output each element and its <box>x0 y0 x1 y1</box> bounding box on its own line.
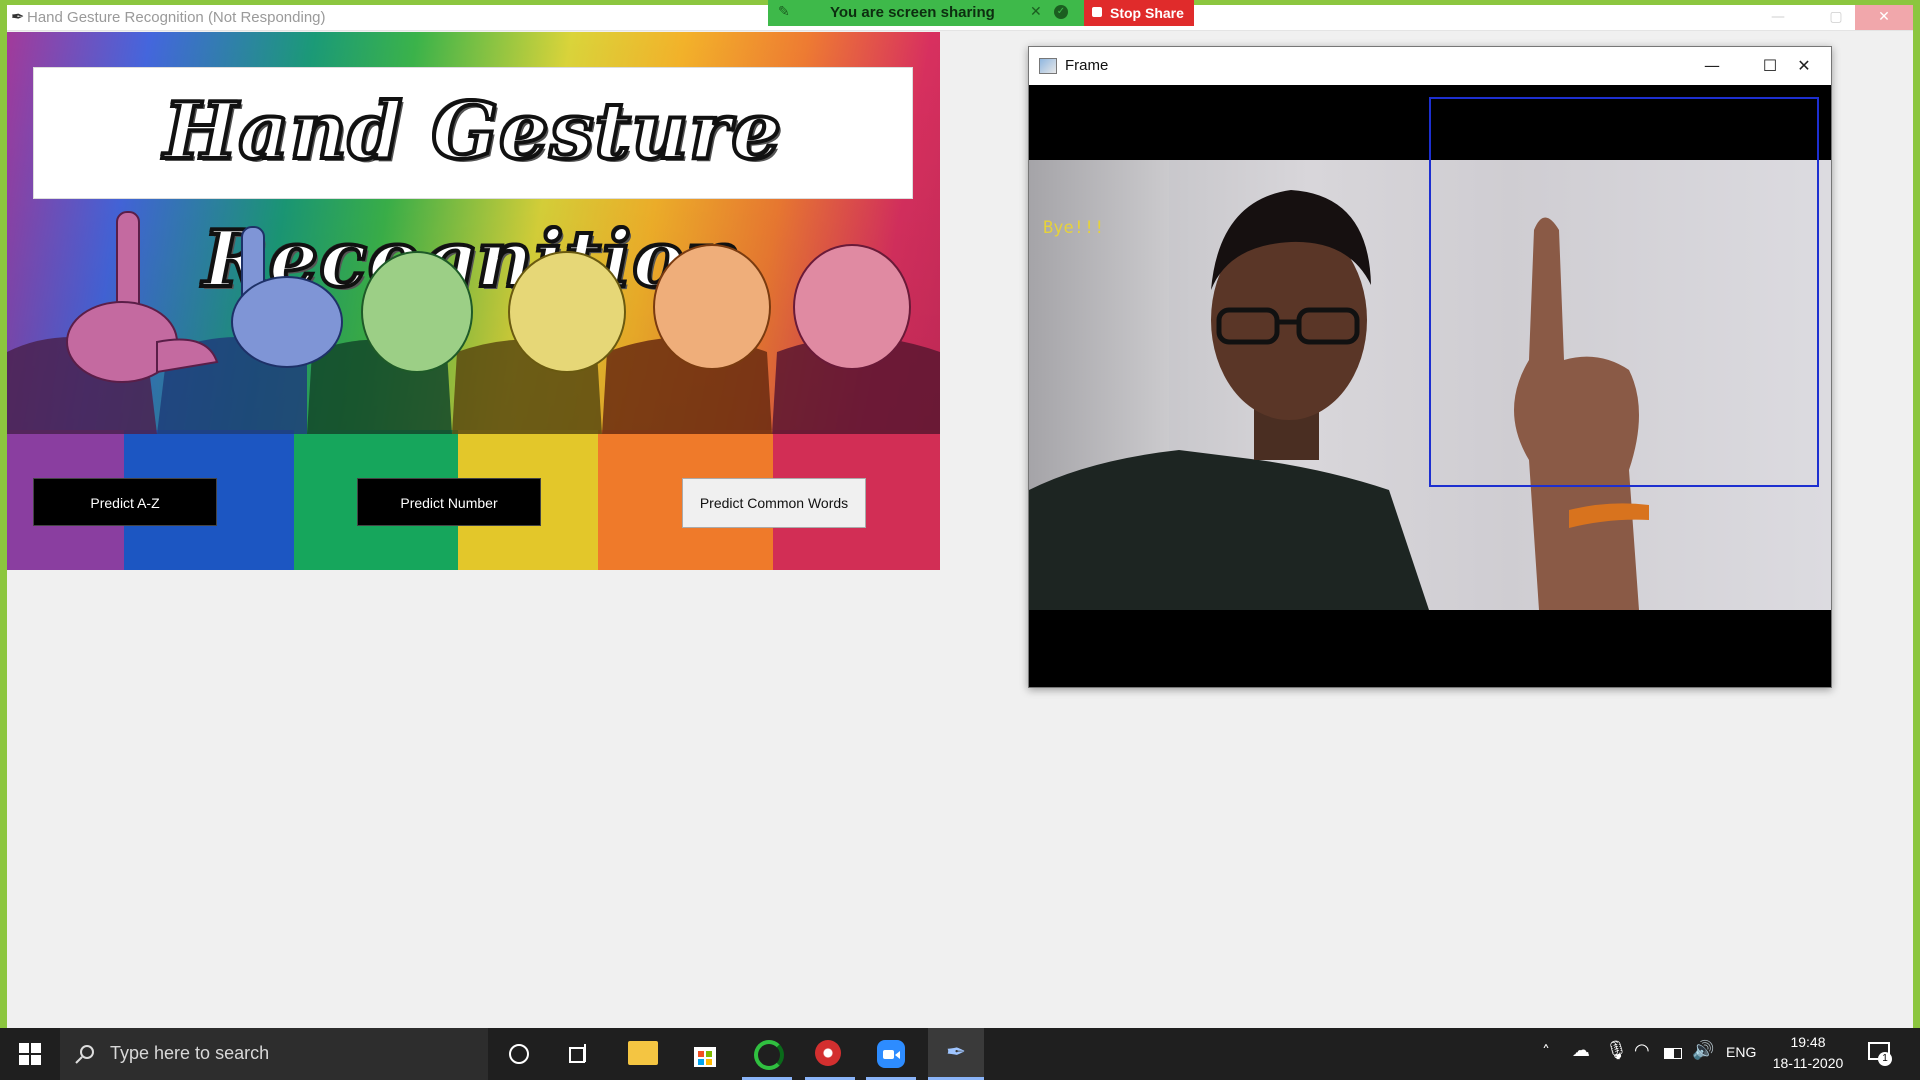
frame-window[interactable]: Frame — ☐ ✕ Bye!!! <box>1028 46 1832 688</box>
title-banner: Hand Gesture Recognition <box>33 67 913 307</box>
action-center-button[interactable]: 1 <box>1866 1040 1892 1066</box>
frame-title: Frame <box>1065 57 1109 74</box>
window-app-icon <box>1039 58 1057 74</box>
shield-check-icon[interactable]: ✓ <box>1054 5 1068 19</box>
cortana-icon[interactable] <box>509 1044 529 1064</box>
pen-icon[interactable]: ✎ <box>778 4 790 20</box>
frame-close-button[interactable]: ✕ <box>1775 47 1833 85</box>
onedrive-cloud-icon[interactable]: ☁ <box>1572 1040 1590 1061</box>
frame-minimize-button[interactable]: — <box>1683 47 1741 85</box>
feather-icon: ✒ <box>11 7 25 26</box>
taskbar-search-box[interactable]: Type here to search <box>60 1028 488 1080</box>
hand-fist-1 <box>361 251 473 373</box>
language-indicator[interactable]: ENG <box>1726 1044 1756 1060</box>
app-panel: Hand Gesture Recognition Predict A-Z Pre… <box>7 32 940 570</box>
search-placeholder: Type here to search <box>110 1043 270 1063</box>
frame-titlebar[interactable]: Frame — ☐ ✕ <box>1029 47 1831 85</box>
roi-rectangle <box>1429 97 1819 487</box>
stop-share-label: Stop Share <box>1110 5 1184 21</box>
hand-flat <box>231 226 343 368</box>
prediction-overlay-text: Bye!!! <box>1043 218 1105 238</box>
mute-mic-icon[interactable]: ✕ <box>1030 4 1042 20</box>
windows-logo-icon <box>19 1043 41 1065</box>
screen-share-bar: ✎ You are screen sharing ✕ ✓ <box>768 0 1084 26</box>
wifi-icon[interactable]: ◠ <box>1634 1040 1650 1061</box>
notification-badge: 1 <box>1878 1052 1892 1066</box>
search-icon <box>75 1045 94 1064</box>
start-button[interactable] <box>0 1028 60 1080</box>
store-icon[interactable] <box>692 1041 718 1067</box>
clock-time: 19:48 <box>1790 1034 1826 1050</box>
web-app-icon[interactable] <box>815 1040 841 1066</box>
stop-icon <box>1092 7 1102 17</box>
tray-expand-chevron-icon[interactable]: ˄ <box>1542 1042 1550 1061</box>
feather-app-icon: ✒ <box>946 1038 967 1066</box>
volume-icon[interactable]: 🔊 <box>1692 1040 1714 1061</box>
hand-l <box>66 211 219 383</box>
stop-share-button[interactable]: Stop Share <box>1084 0 1194 26</box>
hand-signs-image <box>7 211 940 434</box>
feather-app-tile[interactable]: ✒ <box>928 1028 984 1080</box>
close-button[interactable]: ✕ <box>1855 5 1913 30</box>
predict-common-words-button[interactable]: Predict Common Words <box>682 478 866 528</box>
hand-fist-4 <box>793 244 911 370</box>
battery-icon[interactable] <box>1664 1048 1682 1059</box>
webcam-feed: Bye!!! <box>1029 85 1831 687</box>
hand-fist-2 <box>508 251 626 373</box>
clock[interactable]: 19:48 18-11-2020 <box>1766 1032 1850 1076</box>
file-explorer-icon[interactable] <box>628 1041 658 1065</box>
predict-number-button[interactable]: Predict Number <box>357 478 541 526</box>
clock-date: 18-11-2020 <box>1772 1055 1844 1071</box>
zoom-icon[interactable] <box>877 1040 905 1068</box>
hand-fist-3 <box>653 244 771 370</box>
predict-az-button[interactable]: Predict A-Z <box>33 478 217 526</box>
task-view-icon[interactable] <box>569 1044 587 1063</box>
microphone-icon[interactable]: 🎙 <box>1605 1040 1628 1061</box>
taskbar: Type here to search ✒ ˄ ☁ 🎙 ◠ 🔊 ENG 19:4… <box>0 1028 1920 1080</box>
minimize-button[interactable]: — <box>1749 5 1807 30</box>
share-status-text: You are screen sharing <box>830 4 995 21</box>
main-window-title: Hand Gesture Recognition (Not Responding… <box>27 9 326 26</box>
app-ring-icon[interactable] <box>754 1040 784 1070</box>
